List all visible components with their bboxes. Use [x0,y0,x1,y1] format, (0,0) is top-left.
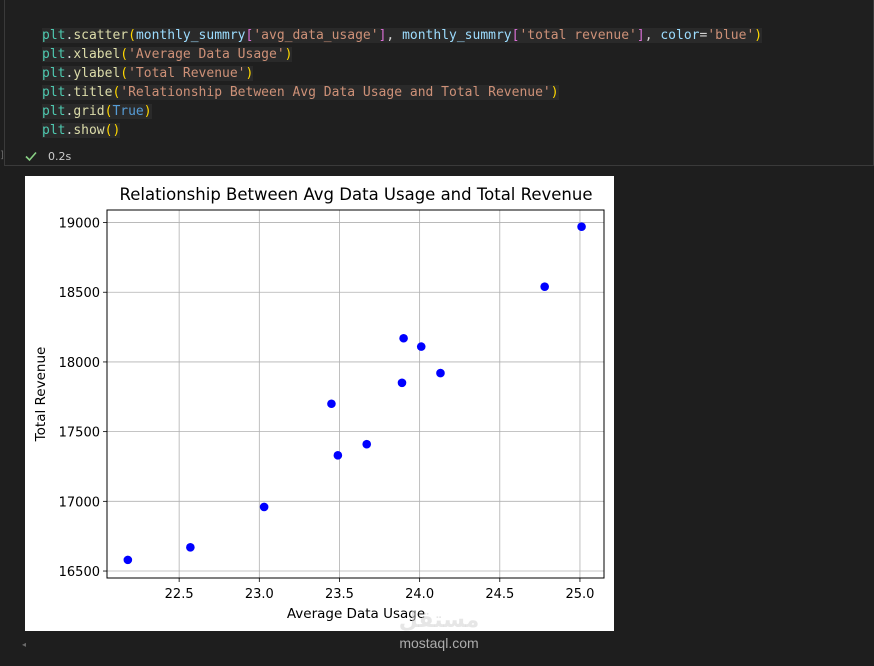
data-point [123,555,133,565]
code-token: ) [143,104,152,119]
code-token: ( [128,28,136,43]
code-token: plt [42,66,66,81]
code-token: 'avg_data_usage' [253,28,379,43]
scatter-chart: 22.5 23.0 23.5 24.0 24.5 25.0 16500 17000 17500 1… [33,185,605,622]
code-token: , [386,28,403,43]
check-icon [25,151,37,162]
x-tick-label: 23.0 [245,587,274,602]
code-token: plt [42,47,66,62]
data-point [416,342,426,351]
code-token: show [73,123,105,138]
code-token: monthly_summry [135,28,246,43]
data-point [436,368,445,378]
y-axis-label: Total Revenue [33,347,49,443]
code-token: xlabel [73,47,121,62]
code-line[interactable]: plt.title('Relationship Between Avg Data… [42,83,782,102]
code-token: color [660,28,700,43]
code-editor[interactable]: plt.scatter(monthly_summry['avg_data_usa… [42,26,782,140]
data-point [362,439,372,449]
cell-collapse-marker[interactable]: ] [0,150,4,162]
data-point [186,543,195,552]
data-point [327,399,336,409]
code-token: () [104,123,121,138]
code-token: 'Relationship Between Avg Data Usage and… [120,85,551,100]
axes-frame [106,209,605,579]
code-token: 'Average Data Usage' [128,47,285,62]
code-token: title [73,85,113,100]
scroll-left-icon[interactable]: ◂ [22,640,26,649]
code-token: , [644,28,661,43]
code-token: ( [120,47,129,62]
execution-time: 0.2s [48,149,72,163]
code-token: plt [42,85,66,100]
code-token: ] [636,28,645,43]
code-token: ) [550,85,559,100]
data-point [333,451,343,460]
code-line[interactable]: plt.xlabel('Average Data Usage') [42,45,782,64]
data-point [259,502,269,512]
code-line[interactable]: plt.show() [42,121,782,140]
x-tick-label: 23.5 [325,587,354,602]
code-line[interactable]: plt.ylabel('Total Revenue') [42,64,782,83]
x-axis-label: Average Data Usage [287,606,425,622]
code-token: plt [42,123,66,138]
code-token: grid [73,104,105,119]
y-tick-label: 17000 [59,495,100,510]
y-tick-label: 16500 [59,565,100,580]
execution-status: 0.2s [24,148,71,164]
y-tick-label: 18500 [59,286,100,301]
code-token: True [112,104,144,119]
x-tick-label: 24.5 [485,587,514,602]
y-tick-label: 18000 [59,356,100,371]
data-point [540,282,549,291]
code-token: ) [245,66,254,81]
x-tick-label: 24.0 [405,587,434,602]
code-token: ( [120,66,129,81]
watermark-text: mostaql.com [399,635,479,651]
axis-ticks: 22.5 23.0 23.5 24.0 24.5 25.0 16500 17000 17500 1… [59,217,595,602]
code-token: 'blue' [707,28,755,43]
y-tick-label: 19000 [59,217,100,232]
chart-title: Relationship Between Avg Data Usage and … [120,185,593,204]
code-token: ylabel [73,66,121,81]
data-point [397,378,407,388]
code-token: plt [42,28,66,43]
code-token: monthly_summry [402,28,512,43]
data-points [123,222,586,565]
code-token: ) [754,28,763,43]
x-tick-label: 22.5 [165,587,194,602]
code-token: 'total revenue' [519,28,637,43]
code-line[interactable]: plt.grid(True) [42,102,782,121]
code-token: plt [42,104,66,119]
code-token: scatter [73,28,129,43]
code-token: 'Total Revenue' [128,66,246,81]
y-tick-label: 17500 [59,426,100,441]
data-point [577,222,586,232]
data-point [399,333,408,343]
code-line[interactable]: plt.scatter(monthly_summry['avg_data_usa… [42,26,782,45]
grid-lines [107,210,604,578]
x-tick-label: 25.0 [565,587,594,602]
code-token: ) [284,47,293,62]
cell-output: 22.5 23.0 23.5 24.0 24.5 25.0 16500 17000 17500 1… [25,176,614,631]
